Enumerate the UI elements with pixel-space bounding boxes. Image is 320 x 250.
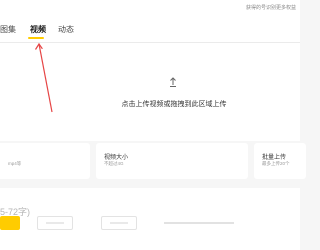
upload-requirements: mp4等 视频大小 不超过4G 批量上传 最多上传20个 (0, 143, 306, 179)
header-hint[interactable]: 获得的号识别更多权益 (246, 4, 296, 11)
chip-placeholder (46, 222, 64, 224)
tab-dynamic[interactable]: 动态 (58, 24, 74, 35)
active-tab-indicator (28, 37, 44, 39)
upload-arrow-icon (170, 77, 176, 87)
size-card-subtitle: 不超过4G (104, 161, 124, 166)
upload-instruction: 点击上传视频或拖拽到此区域上传 (121, 101, 227, 108)
batch-card-title: 批量上传 (262, 155, 287, 161)
batch-card: 批量上传 最多上传20个 (254, 143, 306, 179)
chip-button[interactable] (37, 216, 73, 230)
tab-gallery[interactable]: 图集 (0, 24, 16, 35)
upload-drop-zone[interactable]: 点击上传视频或拖拽到此区域上传 (0, 43, 300, 141)
size-card: 视频大小 不超过4G (96, 143, 248, 179)
chip-placeholder (110, 222, 128, 224)
chip-button[interactable] (101, 216, 137, 230)
size-card-title: 视频大小 (104, 155, 129, 161)
batch-card-subtitle: 最多上传20个 (262, 161, 290, 166)
format-card-subtitle: mp4等 (8, 161, 22, 166)
title-toolbar (0, 214, 300, 250)
format-card: mp4等 (0, 143, 90, 179)
tab-video[interactable]: 视频 (30, 24, 46, 35)
placeholder-line (164, 222, 234, 224)
tab-bar: 图集 视频 动态 获得的号识别更多权益 (0, 0, 300, 43)
primary-chip-button[interactable] (0, 216, 20, 230)
